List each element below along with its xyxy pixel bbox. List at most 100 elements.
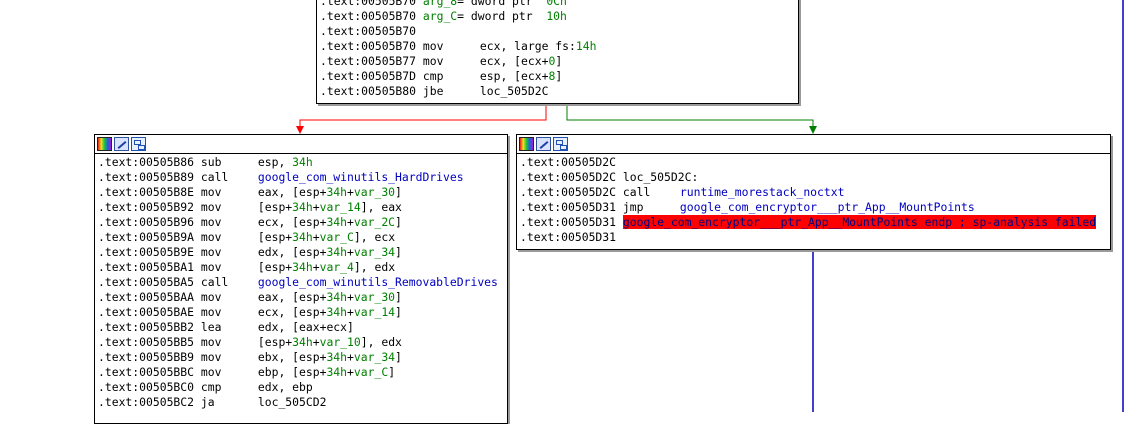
code-token-addr: .text:00505D2C xyxy=(520,185,623,199)
code-line[interactable]: .text:00505BAE mov ecx, [esp+34h+var_14] xyxy=(98,305,507,320)
code-token-op: esp, [ecx+ xyxy=(479,69,549,83)
code-token-mn: call xyxy=(200,275,229,289)
graph-overview-icon[interactable] xyxy=(131,137,146,151)
code-token-mn: ja xyxy=(200,395,215,409)
code-token-op: ] xyxy=(395,290,402,304)
code-line[interactable]: .text:00505D31 xyxy=(520,230,1110,245)
code-line[interactable]: .text:00505BC0 cmp edx, ebp xyxy=(98,380,507,395)
code-token-op: + xyxy=(312,335,320,349)
code-token-mn: lea xyxy=(200,320,222,334)
code-token-op: ] xyxy=(388,365,396,379)
code-line[interactable]: .text:00505D31 google_com_encryptor___pt… xyxy=(520,215,1110,230)
code-token-op: ecx, [esp+ xyxy=(257,305,327,319)
code-token-op: + xyxy=(312,260,320,274)
code-token-num: 34h xyxy=(326,215,348,229)
code-token-op: edx, ebp xyxy=(257,380,313,394)
code-token-num: 34h xyxy=(326,365,348,379)
code-token-op: = dword ptr xyxy=(457,9,547,23)
code-token-hl: google_com_encryptor___ptr_App__MountPoi… xyxy=(622,215,1097,229)
code-token-op: = dword ptr xyxy=(457,0,547,8)
code-token-mn: mov xyxy=(422,39,444,53)
code-token-num: arg_C xyxy=(422,9,458,23)
code-token-op: loc_505D2C xyxy=(479,84,549,98)
code-token-op: + xyxy=(347,365,354,379)
code-line[interactable]: .text:00505D31 jmp google_com_encryptor__… xyxy=(520,200,1110,215)
code-token-num: var_C xyxy=(319,230,354,244)
code-token-sym[interactable]: runtime_morestack_noctxt xyxy=(680,185,845,199)
code-token-num: 34h xyxy=(326,290,348,304)
code-line[interactable]: .text:00505B89 call google_com_winutils_H… xyxy=(98,170,507,185)
code-line[interactable]: .text:00505B9A mov [esp+34h+var_C], ecx xyxy=(98,230,507,245)
code-token-op: ecx, [esp+ xyxy=(257,215,327,229)
code-token-num: 34h xyxy=(326,245,348,259)
code-line[interactable]: .text:00505B70 arg_C= dword ptr 10h xyxy=(320,9,798,24)
code-token-num: 34h xyxy=(292,155,313,169)
code-token-sym[interactable]: google_com_encryptor___ptr_App__MountPoi… xyxy=(680,200,975,214)
code-token-num: var_30 xyxy=(353,185,396,199)
code-token-lbl[interactable]: loc_505D2C: xyxy=(623,170,698,184)
code-token-mn: mov xyxy=(200,350,222,364)
code-token-mn: mov xyxy=(200,305,222,319)
code-line[interactable]: .text:00505B86 sub esp, 34h xyxy=(98,155,507,170)
code-token-mn: jbe xyxy=(422,84,444,98)
left-code-block[interactable]: .text:00505B86 sub esp, 34h .text:00505B89… xyxy=(94,134,508,424)
code-token-op: + xyxy=(347,245,354,259)
code-token-op: + xyxy=(312,230,320,244)
code-token-addr: .text:00505D2C xyxy=(520,155,617,169)
edit-pencil-icon[interactable] xyxy=(114,137,129,151)
code-token-op: ] xyxy=(395,350,402,364)
code-line[interactable]: .text:00505BBC mov ebp, [esp+34h+var_C] xyxy=(98,365,507,380)
graph-overview-icon[interactable] xyxy=(553,137,568,151)
code-line[interactable]: .text:00505B77 mov ecx, [ecx+0] xyxy=(320,54,798,69)
code-token-mn: mov xyxy=(200,260,222,274)
code-token-op: + xyxy=(312,200,320,214)
code-line[interactable]: .text:00505BA5 call google_com_winutils_R… xyxy=(98,275,507,290)
edit-pencil-icon[interactable] xyxy=(536,137,551,151)
code-line[interactable]: .text:00505BB9 mov ebx, [esp+34h+var_34] xyxy=(98,350,507,365)
code-line[interactable]: .text:00505B96 mov ecx, [esp+34h+var_2C] xyxy=(98,215,507,230)
code-token-op: ] xyxy=(395,305,402,319)
code-line[interactable]: .text:00505B70 mov ecx, large fs:14h xyxy=(320,39,798,54)
right-code-block[interactable]: .text:00505D2C .text:00505D2C loc_505D2C:… xyxy=(516,134,1111,250)
color-palette-icon[interactable] xyxy=(97,137,112,151)
code-token-op: + xyxy=(347,215,354,229)
code-line[interactable]: .text:00505B7D cmp esp, [ecx+8] xyxy=(320,69,798,84)
code-token-sym[interactable]: google_com_winutils_HardDrives xyxy=(258,170,464,184)
code-token-num: 10h xyxy=(546,9,567,23)
code-line[interactable]: .text:00505BC2 ja loc_505CD2 xyxy=(98,395,507,410)
code-token-op: loc_505CD2 xyxy=(257,395,327,409)
code-line[interactable]: .text:00505B9E mov edx, [esp+34h+var_34] xyxy=(98,245,507,260)
code-line[interactable]: .text:00505BAA mov eax, [esp+34h+var_30] xyxy=(98,290,507,305)
code-token-addr: .text:00505BC2 xyxy=(98,395,201,409)
true-branch-arrowhead xyxy=(809,126,817,134)
code-token-num: 34h xyxy=(326,350,348,364)
code-line[interactable]: .text:00505B92 mov [esp+34h+var_14], eax xyxy=(98,200,507,215)
code-token-addr: .text:00505BAE xyxy=(98,305,201,319)
code-token-op: ] xyxy=(395,185,402,199)
code-token-mn: mov xyxy=(200,215,222,229)
code-line[interactable]: .text:00505D2C xyxy=(520,155,1110,170)
code-line[interactable]: .text:00505BA1 mov [esp+34h+var_4], edx xyxy=(98,260,507,275)
code-token-num: 34h xyxy=(326,185,348,199)
code-line[interactable]: .text:00505B8E mov eax, [esp+34h+var_30] xyxy=(98,185,507,200)
code-line[interactable]: .text:00505B70 arg_8= dword ptr 0Ch xyxy=(320,0,798,9)
code-line[interactable]: .text:00505D2C loc_505D2C: xyxy=(520,170,1110,185)
code-token-mn: cmp xyxy=(422,69,444,83)
code-token-num: var_4 xyxy=(319,260,354,274)
code-token-sym[interactable]: google_com_winutils_RemovableDrives xyxy=(258,275,498,289)
code-line[interactable]: .text:00505BB2 lea edx, [eax+ecx] xyxy=(98,320,507,335)
code-token-num: var_30 xyxy=(353,290,396,304)
code-line[interactable]: .text:00505B80 jbe loc_505D2C xyxy=(320,84,798,99)
code-token-op: edx, [eax+ecx] xyxy=(257,320,354,334)
top-code-block[interactable]: .text:00505B70 arg_8= dword ptr 0Ch .text… xyxy=(316,0,799,104)
code-line[interactable]: .text:00505D2C call runtime_morestack_noc… xyxy=(520,185,1110,200)
code-token-op: [esp+ xyxy=(257,260,293,274)
code-token-addr: .text:00505B96 xyxy=(98,215,201,229)
code-token-num: var_2C xyxy=(353,215,396,229)
code-token-op: + xyxy=(347,290,354,304)
code-token-addr: .text:00505BA1 xyxy=(98,260,201,274)
code-line[interactable]: .text:00505BB5 mov [esp+34h+var_10], edx xyxy=(98,335,507,350)
code-line[interactable]: .text:00505B70 xyxy=(320,24,798,39)
color-palette-icon[interactable] xyxy=(519,137,534,151)
code-token-addr: .text:00505B70 xyxy=(320,0,423,8)
